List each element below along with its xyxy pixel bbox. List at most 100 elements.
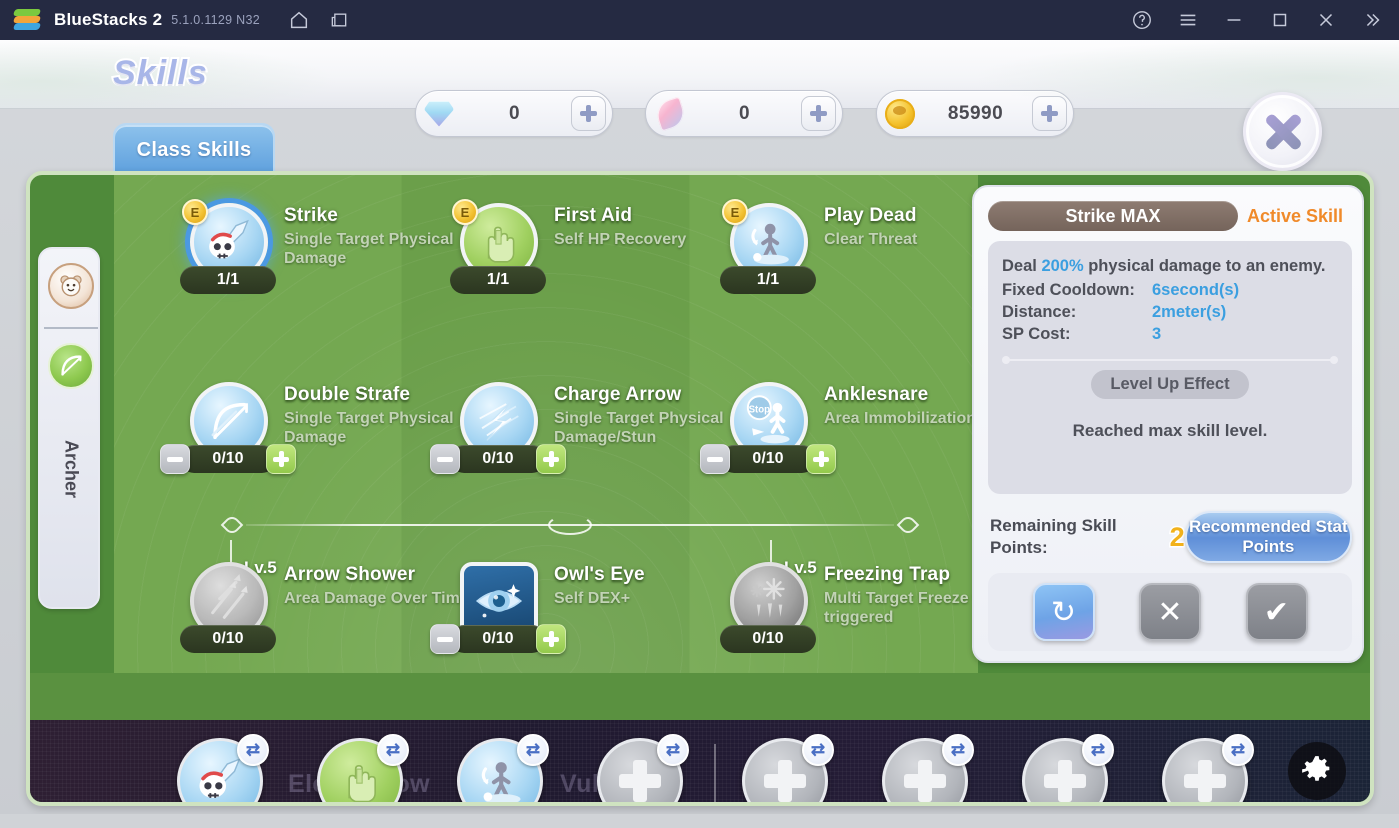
skill-plus-anklesnare[interactable] <box>806 444 836 474</box>
reset-button[interactable]: ↻ <box>1032 583 1095 641</box>
skill-description: Deal 200% physical damage to an enemy. <box>1002 253 1338 279</box>
stat-key-sp-cost: SP Cost: <box>1002 325 1071 343</box>
stat-row-cooldown: Fixed Cooldown: 6second(s) <box>1002 279 1338 301</box>
swap-icon[interactable]: ⇄ <box>802 734 834 766</box>
swap-icon[interactable]: ⇄ <box>1222 734 1254 766</box>
swap-icon[interactable]: ⇄ <box>377 734 409 766</box>
skill-plus-charge-arrow[interactable] <box>536 444 566 474</box>
skill-level-anklesnare: 0/10 <box>720 445 816 473</box>
tab-class-skills-label: Class Skills <box>136 138 252 161</box>
quick-slot-1: ⇄ <box>177 734 269 802</box>
viewport-footer <box>0 814 1399 828</box>
tab-class-skills[interactable]: Class Skills <box>113 123 275 175</box>
skill-level-play-dead: 1/1 <box>720 266 816 294</box>
skills-panel: Archer E 1/1 Strike Single Target Physic… <box>26 171 1374 806</box>
tab-bar: Class Skills <box>113 123 275 175</box>
skill-info-panel: Strike MAX Active Skill Deal 200% physic… <box>972 185 1364 663</box>
diamond-add-button[interactable] <box>571 96 606 131</box>
desc-post: physical damage to an enemy. <box>1083 257 1326 275</box>
stat-key-cooldown: Fixed Cooldown: <box>1002 281 1135 299</box>
rail-divider <box>44 327 98 329</box>
app-name: BlueStacks 2 <box>54 10 163 29</box>
skill-plus-owls-eye[interactable] <box>536 624 566 654</box>
selected-skill-name: Strike MAX <box>988 201 1238 231</box>
minimize-icon[interactable] <box>1217 3 1251 37</box>
skill-minus-owls-eye[interactable] <box>430 624 460 654</box>
stop-trap-icon: Stop <box>746 395 790 444</box>
quickbar-divider <box>714 744 716 802</box>
skill-level-strike: 1/1 <box>180 266 276 294</box>
class-rail-label: Archer <box>61 439 82 499</box>
feather-add-button[interactable] <box>801 96 836 131</box>
stat-row-sp-cost: SP Cost: 3 <box>1002 323 1338 345</box>
sidebar-item-archer[interactable] <box>48 343 94 389</box>
skill-type-label: Active Skill <box>1246 205 1344 226</box>
quick-slot-8: ⇄ <box>1162 734 1254 802</box>
currency-gold: 85990 <box>876 90 1074 137</box>
diamond-value: 0 <box>508 102 521 124</box>
gold-value: 85990 <box>947 102 1004 124</box>
archer-class-icon <box>61 355 82 376</box>
remaining-points-label: Remaining Skill Points: <box>990 516 1117 557</box>
divider-cap-right-icon <box>896 513 920 537</box>
plus-icon <box>1184 760 1226 802</box>
skill-level-double-strafe: 0/10 <box>180 445 276 473</box>
quick-slot-bar: Elem Arrow Vulture ⇄ <box>30 720 1370 802</box>
skill-minus-anklesnare[interactable] <box>700 444 730 474</box>
skill-badge-e: E <box>722 199 748 225</box>
level-up-note: Reached max skill level. <box>1072 421 1268 440</box>
expand-icon[interactable] <box>1355 3 1389 37</box>
freezing-trap-icon <box>750 578 785 618</box>
skill-minus-charge-arrow[interactable] <box>430 444 460 474</box>
svg-text:Stop: Stop <box>749 405 771 416</box>
currency-feather: 0 <box>645 90 843 137</box>
game-header: Skills 0 0 85990 <box>0 40 1399 137</box>
swap-icon[interactable]: ⇄ <box>657 734 689 766</box>
panel-actions: ↻ ✕ ✔ <box>988 573 1352 651</box>
swap-icon[interactable]: ⇄ <box>942 734 974 766</box>
recommended-stat-points-button[interactable]: Recommended Stat Points <box>1184 511 1352 563</box>
bluestacks-logo-icon <box>12 8 42 32</box>
quick-slot-7: ⇄ <box>1022 734 1114 802</box>
skill-badge-e: E <box>452 199 478 225</box>
class-rail: Archer <box>38 247 100 609</box>
skill-plus-double-strafe[interactable] <box>266 444 296 474</box>
gear-icon <box>1288 742 1346 800</box>
maximize-icon[interactable] <box>1263 3 1297 37</box>
menu-icon[interactable] <box>1171 3 1205 37</box>
game-viewport: Skills 0 0 85990 Class Skills Archer E 1… <box>0 40 1399 828</box>
healing-hand-icon <box>348 765 376 802</box>
swap-icon[interactable]: ⇄ <box>1082 734 1114 766</box>
skill-minus-double-strafe[interactable] <box>160 444 190 474</box>
plus-icon <box>1044 760 1086 802</box>
swap-icon[interactable]: ⇄ <box>517 734 549 766</box>
close-icon[interactable] <box>1309 3 1343 37</box>
quick-slot-3: ⇄ <box>457 734 549 802</box>
confirm-button[interactable]: ✔ <box>1245 583 1308 641</box>
plus-icon <box>619 760 661 802</box>
stat-value-sp-cost: 3 <box>1152 325 1162 343</box>
help-icon[interactable] <box>1125 3 1159 37</box>
confirm-icon: ✔ <box>1263 595 1290 629</box>
play-dead-icon <box>751 223 789 265</box>
stat-row-distance: Distance: 2meter(s) <box>1002 301 1338 323</box>
stat-value-distance: 2meter(s) <box>1152 303 1227 321</box>
page-title: Skills <box>111 52 209 94</box>
arrow-shower-icon <box>211 574 248 619</box>
stat-value-cooldown: 6second(s) <box>1152 281 1240 299</box>
swap-icon[interactable]: ⇄ <box>237 734 269 766</box>
close-panel-button[interactable] <box>1243 92 1322 171</box>
desc-value: 200% <box>1041 257 1084 275</box>
home-icon[interactable] <box>282 3 316 37</box>
cancel-button[interactable]: ✕ <box>1139 583 1201 641</box>
quick-slot-2: ⇄ <box>317 734 409 802</box>
gold-add-button[interactable] <box>1032 96 1067 131</box>
quick-slot-5: ⇄ <box>742 734 834 802</box>
plus-icon <box>904 760 946 802</box>
sidebar-item-novice[interactable] <box>48 263 94 309</box>
remaining-points-row: Remaining Skill Points: 2 Recommended St… <box>990 509 1352 565</box>
auto-button[interactable]: Auto <box>1278 742 1356 802</box>
multi-instance-icon[interactable] <box>322 3 356 37</box>
remaining-points-value: 2 <box>1168 520 1186 553</box>
quick-slot-6: ⇄ <box>882 734 974 802</box>
